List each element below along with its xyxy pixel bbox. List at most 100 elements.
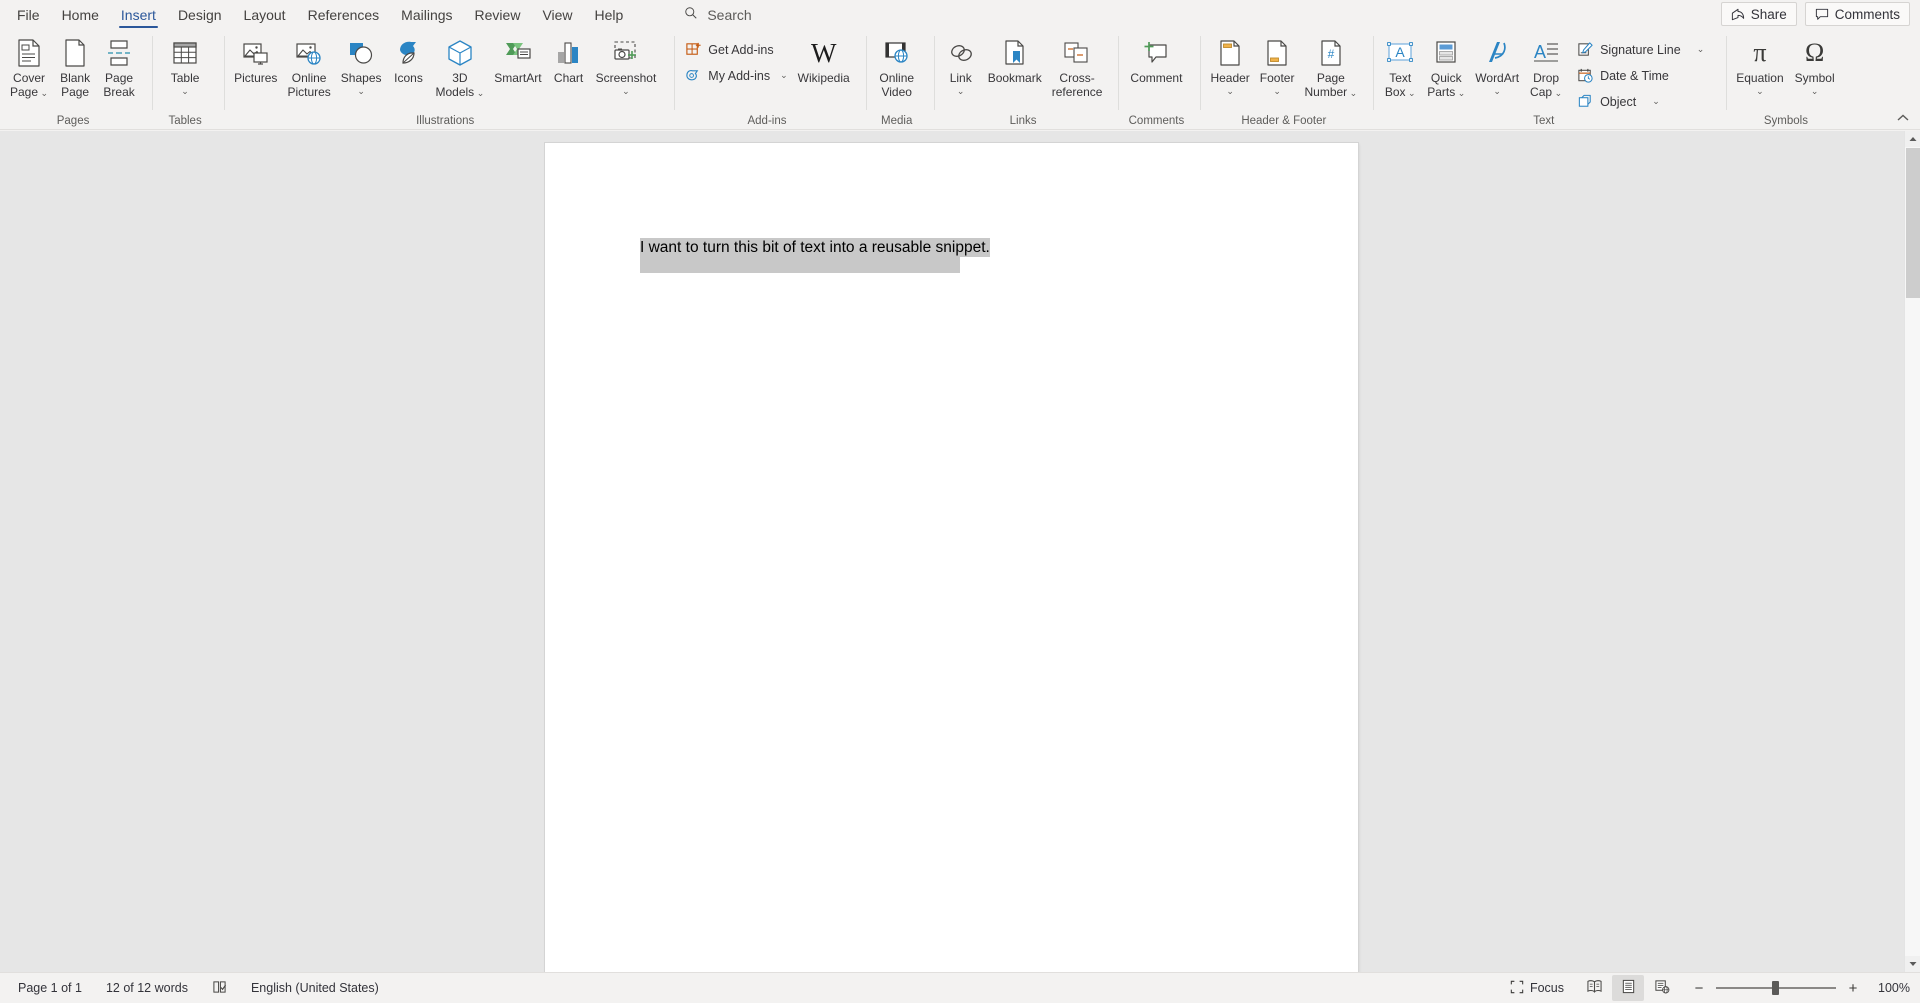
chart-button[interactable]: Chart (547, 33, 591, 86)
cross-reference-button[interactable]: Cross- reference (1047, 33, 1108, 99)
titlebar-actions: Share Comments (1720, 2, 1910, 26)
read-mode-icon (1586, 979, 1603, 997)
view-print-layout-button[interactable] (1612, 975, 1644, 1001)
scrollbar-thumb[interactable] (1906, 148, 1920, 298)
symbol-label: Symbol (1794, 71, 1835, 85)
symbol-button[interactable]: Ω Symbol ⌄ (1789, 33, 1841, 96)
get-addins-label: Get Add-ins (708, 42, 774, 57)
print-layout-icon (1621, 979, 1636, 997)
svg-text:A: A (1396, 44, 1406, 60)
link-chevron-down-icon[interactable]: ⌄ (957, 86, 965, 96)
language-indicator[interactable]: English (United States) (239, 975, 391, 1001)
drop-cap-button[interactable]: A Drop Cap ⌄ (1524, 33, 1568, 100)
object-chevron-down-icon[interactable]: ⌄ (1652, 96, 1660, 107)
page-indicator[interactable]: Page 1 of 1 (6, 975, 94, 1001)
table-chevron-down-icon[interactable]: ⌄ (181, 86, 189, 96)
zoom-slider-thumb[interactable] (1772, 981, 1779, 995)
document-page[interactable]: I want to turn this bit of text into a r… (545, 143, 1358, 972)
tab-file[interactable]: File (6, 0, 51, 30)
proofing-icon (212, 980, 227, 997)
wordart-button[interactable]: WordArt ⌄ (1470, 33, 1524, 96)
ribbon-group-symbols: π Equation ⌄ Ω Symbol ⌄ Symbols (1726, 30, 1845, 130)
view-web-layout-button[interactable] (1646, 975, 1678, 1001)
table-button[interactable]: Table ⌄ (157, 33, 213, 96)
wikipedia-button[interactable]: W Wikipedia (793, 33, 855, 86)
search-input[interactable]: Search (676, 2, 759, 28)
bookmark-label: Bookmark (987, 71, 1042, 85)
icons-button[interactable]: Icons (387, 33, 431, 86)
group-label-comments: Comments (1128, 115, 1185, 127)
my-addins-button[interactable]: My Add-ins ⌄ (679, 64, 792, 87)
signature-line-button[interactable]: Signature Line ⌄ (1571, 38, 1709, 61)
icons-icon (394, 36, 424, 70)
symbol-chevron-down-icon[interactable]: ⌄ (1811, 86, 1819, 96)
smartart-button[interactable]: SmartArt (489, 33, 546, 86)
vertical-scrollbar[interactable] (1904, 131, 1920, 972)
tab-review[interactable]: Review (464, 0, 532, 30)
link-icon (946, 36, 976, 70)
shapes-chevron-down-icon[interactable]: ⌄ (357, 86, 365, 96)
link-button[interactable]: Link ⌄ (939, 33, 983, 96)
share-button[interactable]: Share (1720, 2, 1797, 26)
equation-chevron-down-icon[interactable]: ⌄ (1756, 86, 1764, 96)
tab-design[interactable]: Design (167, 0, 233, 30)
object-button[interactable]: Object ⌄ (1571, 90, 1709, 113)
tab-home[interactable]: Home (51, 0, 110, 30)
collapse-ribbon-button[interactable] (1894, 110, 1912, 126)
footer-chevron-down-icon[interactable]: ⌄ (1273, 86, 1281, 96)
header-button[interactable]: Header ⌄ (1205, 33, 1254, 96)
screenshot-button[interactable]: Screenshot ⌄ (591, 33, 662, 96)
scroll-down-button[interactable] (1905, 956, 1920, 972)
text-box-button[interactable]: A Text Box ⌄ (1378, 33, 1422, 100)
blank-page-button[interactable]: Blank Page (53, 33, 97, 99)
header-chevron-down-icon[interactable]: ⌄ (1226, 86, 1234, 96)
blank-page-icon (61, 36, 89, 70)
focus-mode-button[interactable]: Focus (1498, 975, 1576, 1001)
bookmark-button[interactable]: Bookmark (983, 33, 1047, 86)
tab-references[interactable]: References (297, 0, 391, 30)
object-label: Object (1600, 94, 1637, 109)
ribbon-group-media: Online Video Media (865, 30, 928, 130)
equation-button[interactable]: π Equation ⌄ (1731, 33, 1788, 96)
document-canvas[interactable]: I want to turn this bit of text into a r… (0, 131, 1920, 972)
proofing-status[interactable] (200, 975, 239, 1001)
share-label: Share (1750, 6, 1787, 22)
new-comment-button[interactable]: Comment (1123, 33, 1189, 86)
blank-page-label: Blank Page (60, 71, 91, 99)
table-label: Table (170, 71, 200, 85)
selected-text-run[interactable]: I want to turn this bit of text into a r… (640, 238, 990, 257)
zoom-level-label[interactable]: 100% (1870, 981, 1910, 995)
quick-parts-button[interactable]: Quick Parts ⌄ (1422, 33, 1470, 100)
tab-view[interactable]: View (531, 0, 583, 30)
footer-button[interactable]: Footer ⌄ (1255, 33, 1300, 96)
view-read-mode-button[interactable] (1578, 975, 1610, 1001)
ribbon-group-pages: Cover Page ⌄ Blank Page Page Break Pages (0, 30, 146, 130)
wordart-chevron-down-icon[interactable]: ⌄ (1493, 86, 1501, 96)
3d-models-button[interactable]: 3D Models ⌄ (431, 33, 490, 100)
page-break-button[interactable]: Page Break (97, 33, 141, 99)
page-number-button[interactable]: # Page Number ⌄ (1299, 33, 1362, 100)
pictures-button[interactable]: Pictures (229, 33, 282, 86)
zoom-slider[interactable] (1716, 980, 1836, 996)
scroll-up-button[interactable] (1905, 131, 1920, 147)
tab-layout[interactable]: Layout (233, 0, 297, 30)
get-addins-button[interactable]: Get Add-ins (679, 38, 792, 61)
tab-help[interactable]: Help (584, 0, 635, 30)
word-count[interactable]: 12 of 12 words (94, 975, 200, 1001)
signature-line-chevron-down-icon[interactable]: ⌄ (1697, 44, 1705, 55)
tab-insert[interactable]: Insert (110, 0, 167, 30)
focus-icon (1510, 980, 1524, 997)
zoom-out-button[interactable]: − (1692, 980, 1706, 997)
screenshot-chevron-down-icon[interactable]: ⌄ (622, 86, 630, 96)
cover-page-button[interactable]: Cover Page ⌄ (5, 33, 53, 100)
online-video-button[interactable]: Online Video (871, 33, 923, 99)
comments-button[interactable]: Comments (1804, 2, 1910, 26)
my-addins-chevron-down-icon[interactable]: ⌄ (780, 70, 788, 81)
online-pictures-button[interactable]: Online Pictures (282, 33, 335, 99)
document-body-text[interactable]: I want to turn this bit of text into a r… (640, 238, 1260, 259)
shapes-button[interactable]: Shapes ⌄ (336, 33, 387, 96)
zoom-in-button[interactable]: + (1846, 980, 1860, 997)
date-time-button[interactable]: Date & Time (1571, 64, 1709, 87)
online-pictures-icon (294, 36, 324, 70)
tab-mailings[interactable]: Mailings (390, 0, 463, 30)
